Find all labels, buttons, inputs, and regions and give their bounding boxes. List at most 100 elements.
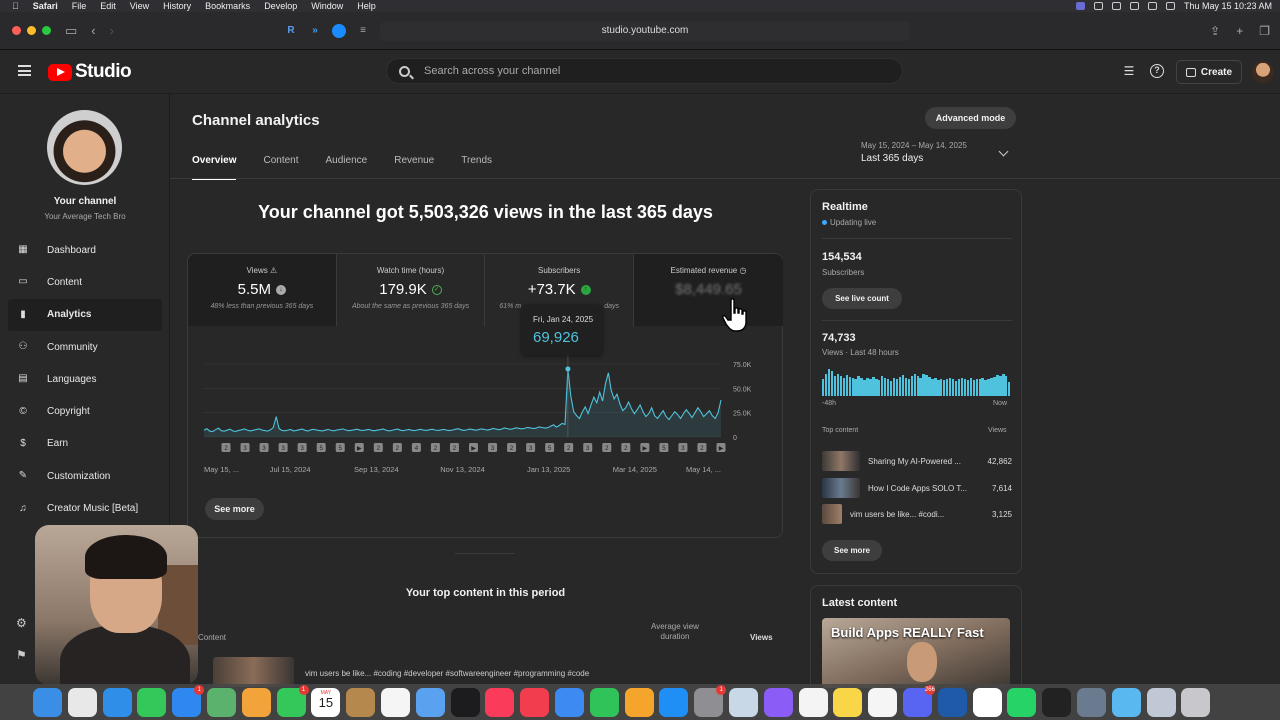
tab-revenue[interactable]: Revenue xyxy=(394,155,434,180)
latest-video-thumbnail[interactable]: Build Apps REALLY Fast xyxy=(822,618,1010,688)
tab-overview-icon[interactable]: ❐ xyxy=(1259,24,1270,38)
dock-chrome-icon[interactable] xyxy=(798,687,828,717)
dock-photos-icon[interactable] xyxy=(241,687,271,717)
video-thumbnail[interactable] xyxy=(213,657,294,687)
see-live-count-button[interactable]: See live count xyxy=(822,288,902,309)
battery-icon[interactable] xyxy=(1111,2,1121,10)
sidebar-item-languages[interactable]: ▤ Languages xyxy=(8,363,162,395)
views-line-chart[interactable]: 75.0K50.0K25.0K02 3 3 3 3 5 5 ▶ 2 2 4 2 2 ▶ 3 2 3 5 2 3 2 2 ▶ 5… xyxy=(188,254,784,539)
dock-trash-icon[interactable] xyxy=(1181,687,1211,717)
sidebar-item-earn[interactable]: $ Earn xyxy=(8,428,162,460)
menu-item-develop[interactable]: Develop xyxy=(264,1,297,11)
tab-audience[interactable]: Audience xyxy=(326,155,368,180)
close-window-button[interactable] xyxy=(12,26,21,35)
status-icon[interactable] xyxy=(1093,2,1103,10)
search-input[interactable]: Search across your channel xyxy=(386,58,903,84)
dock-unity-icon[interactable] xyxy=(1042,687,1072,717)
advanced-mode-button[interactable]: Advanced mode xyxy=(925,107,1016,129)
sidebar-toggle-icon[interactable]: ▭ xyxy=(65,23,77,39)
captions-icon[interactable]: ☰ xyxy=(1122,64,1136,78)
menu-item-view[interactable]: View xyxy=(130,1,149,11)
help-icon[interactable]: ? xyxy=(1150,64,1164,78)
extension-circle-icon[interactable] xyxy=(331,23,346,38)
dock-safari-icon[interactable] xyxy=(102,687,132,717)
share-icon[interactable]: ⇪ xyxy=(1210,24,1220,38)
dock-numbers-icon[interactable] xyxy=(589,687,619,717)
dock-calendar-icon[interactable]: MAY 15 xyxy=(311,687,341,717)
hamburger-icon[interactable] xyxy=(18,65,31,76)
minimize-window-button[interactable] xyxy=(27,26,36,35)
dock-slack-icon[interactable] xyxy=(868,687,898,717)
settings-icon[interactable]: ⚙ xyxy=(16,616,27,630)
realtime-top-item[interactable]: Sharing My AI-Powered ... 42,862 xyxy=(822,451,1012,471)
tab-overview[interactable]: Overview xyxy=(192,155,237,180)
extension-forward-icon[interactable]: » xyxy=(308,24,322,38)
sidebar-item-customization[interactable]: ✎ Customization xyxy=(8,460,162,492)
menu-item-help[interactable]: Help xyxy=(357,1,376,11)
wifi-icon[interactable] xyxy=(1129,2,1139,10)
dock-reminders-icon[interactable] xyxy=(380,687,410,717)
dock-notes-brown-icon[interactable] xyxy=(346,687,376,717)
see-more-button[interactable]: See more xyxy=(205,498,264,520)
dock-notion-icon[interactable] xyxy=(972,687,1002,717)
realtime-top-item[interactable]: How I Code Apps SOLO T... 7,614 xyxy=(822,478,1012,498)
address-bar[interactable]: studio.youtube.com xyxy=(380,21,910,41)
realtime-bar-chart[interactable] xyxy=(822,368,1011,396)
dock-settings-icon[interactable]: 1 xyxy=(694,684,727,717)
dock-launchpad-icon[interactable] xyxy=(67,687,97,717)
forward-icon[interactable]: › xyxy=(110,23,114,38)
dock-feedback-icon[interactable] xyxy=(763,687,793,717)
dock-messages-icon[interactable] xyxy=(137,687,167,717)
account-avatar[interactable] xyxy=(1252,61,1274,83)
dock-facetime-icon[interactable]: 1 xyxy=(276,684,309,717)
back-icon[interactable]: ‹ xyxy=(91,23,95,38)
dock-whatsapp-icon[interactable] xyxy=(1007,687,1037,717)
menu-item-history[interactable]: History xyxy=(163,1,191,11)
top-content-row-title[interactable]: vim users be like... #coding #developer … xyxy=(305,669,589,678)
dock-news-icon[interactable] xyxy=(520,687,550,717)
channel-avatar[interactable] xyxy=(47,110,122,185)
tab-content[interactable]: Content xyxy=(263,155,298,180)
dock-preview-icon[interactable] xyxy=(728,687,758,717)
create-button[interactable]: Create xyxy=(1176,60,1242,84)
dock-freeform-icon[interactable] xyxy=(415,687,445,717)
menu-item-edit[interactable]: Edit xyxy=(100,1,116,11)
sidebar-item-analytics[interactable]: ▮ Analytics xyxy=(8,298,162,331)
chevron-down-icon[interactable] xyxy=(998,146,1009,157)
sidebar-item-dashboard[interactable]: ▦ Dashboard xyxy=(8,234,162,266)
dock-downloads-icon[interactable] xyxy=(1146,687,1176,717)
dock-finder-icon[interactable] xyxy=(33,687,62,717)
zoom-window-button[interactable] xyxy=(42,26,51,35)
dock-notes-icon[interactable] xyxy=(833,687,863,717)
menu-item-window[interactable]: Window xyxy=(311,1,343,11)
new-tab-icon[interactable]: + xyxy=(1236,24,1243,38)
menu-item-file[interactable]: File xyxy=(72,1,87,11)
extension-r-icon[interactable]: R xyxy=(284,24,298,38)
apple-menu-icon[interactable]:  xyxy=(12,1,19,11)
screen-recorder-icon[interactable] xyxy=(1075,2,1085,10)
sidebar-item-content[interactable]: ▭ Content xyxy=(8,266,162,298)
sidebar-item-community[interactable]: ⚇ Community xyxy=(8,331,162,363)
control-center-icon[interactable] xyxy=(1165,2,1175,10)
tab-trends[interactable]: Trends xyxy=(461,155,492,180)
dock-xcode-sim-icon[interactable] xyxy=(1111,687,1141,717)
dock-app-store-icon[interactable] xyxy=(659,687,689,717)
menu-item-safari[interactable]: Safari xyxy=(33,1,58,11)
menubar-clock[interactable]: Thu May 15 10:23 AM xyxy=(1184,1,1272,11)
sidebar-item-creator-music-beta[interactable]: ♫ Creator Music [Beta] xyxy=(8,492,162,524)
realtime-top-item[interactable]: vim users be like... #codi... 3,125 xyxy=(822,504,1012,524)
dock-pages-icon[interactable] xyxy=(624,687,654,717)
menu-item-bookmarks[interactable]: Bookmarks xyxy=(205,1,250,11)
date-range-picker[interactable]: May 15, 2024 – May 14, 2025 Last 365 day… xyxy=(861,141,967,164)
dock-music-icon[interactable] xyxy=(485,687,515,717)
studio-logo[interactable]: Studio xyxy=(48,61,132,83)
dock-mail-icon[interactable]: 1 xyxy=(172,684,205,717)
dock-discord-icon[interactable]: 266 xyxy=(902,684,935,717)
sidebar-item-copyright[interactable]: © Copyright xyxy=(8,395,162,427)
dock-quicktime-icon[interactable] xyxy=(937,687,967,717)
page-menu-icon[interactable]: ≡ xyxy=(356,24,370,38)
dock-maps-icon[interactable] xyxy=(206,687,236,717)
realtime-see-more-button[interactable]: See more xyxy=(822,540,882,561)
spotlight-icon[interactable] xyxy=(1147,2,1157,10)
dock-keynote-icon[interactable] xyxy=(554,687,584,717)
